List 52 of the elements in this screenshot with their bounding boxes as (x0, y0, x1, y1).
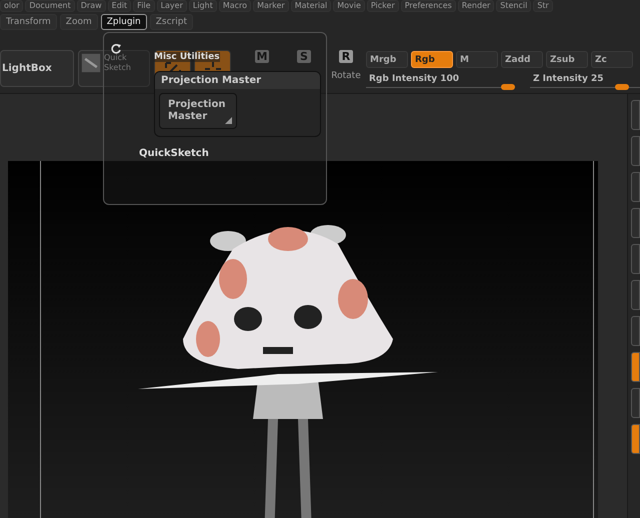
tool-button[interactable] (631, 280, 640, 310)
tool-button[interactable] (631, 208, 640, 238)
menu-button[interactable]: Transform (0, 14, 57, 30)
color-mode-button[interactable]: Rgb (411, 51, 453, 68)
menu-button[interactable]: Render (458, 0, 494, 12)
menu-button[interactable]: Preferences (400, 0, 456, 12)
tool-button[interactable] (631, 352, 640, 382)
tool-button[interactable] (631, 244, 640, 274)
tool-button[interactable] (631, 136, 640, 166)
corner-triangle-icon (225, 117, 232, 124)
subpanel-header[interactable]: Projection Master (155, 72, 320, 89)
menu-button[interactable]: File (133, 0, 155, 12)
menu-button[interactable]: Movie (333, 0, 365, 12)
gizmo-button[interactable]: R Rotate (328, 50, 364, 81)
menu-button[interactable]: Draw (76, 0, 106, 12)
color-mode-button[interactable]: Zsub (546, 51, 588, 68)
intensity-slider[interactable]: Z Intensity 25 (530, 74, 640, 92)
gizmo-button[interactable]: S (286, 50, 322, 63)
color-mode-button[interactable]: M (456, 51, 498, 68)
menu-button[interactable]: olor (0, 0, 24, 12)
tool-button[interactable] (631, 316, 640, 346)
tool-button[interactable] (631, 100, 640, 130)
menu-button[interactable]: Str (533, 0, 553, 12)
popup-title: Misc Utilities (154, 52, 220, 62)
menu-button[interactable]: Zscript (150, 14, 193, 30)
menu-button[interactable]: Zoom (60, 14, 98, 30)
tool-button[interactable] (631, 172, 640, 202)
color-mode-button[interactable]: Mrgb (366, 51, 408, 68)
menu-button[interactable]: Zplugin (100, 14, 147, 30)
gizmo-button[interactable]: M (244, 50, 280, 63)
quick-sketch-button[interactable]: Quick Sketch (78, 50, 150, 87)
plugin-item[interactable]: QuickSketch (139, 148, 209, 159)
slider-thumb[interactable] (615, 84, 630, 90)
tool-button[interactable] (631, 388, 640, 418)
intensity-slider[interactable]: Rgb Intensity 100 (366, 74, 516, 92)
menu-button[interactable]: Marker (253, 0, 289, 12)
color-mode-button[interactable]: Zadd (501, 51, 543, 68)
menu-button[interactable]: Light (188, 0, 217, 12)
projection-master-button[interactable]: Projection Master (159, 93, 237, 129)
tool-button[interactable] (631, 424, 640, 454)
menu-button[interactable]: Layer (156, 0, 187, 12)
menu-button[interactable]: Macro (218, 0, 252, 12)
color-mode-button[interactable]: Zc (591, 51, 633, 68)
slider-thumb[interactable] (501, 84, 515, 90)
pencil-icon (81, 53, 101, 73)
lightbox-button[interactable]: LightBox (0, 50, 74, 87)
menu-button[interactable]: Document (25, 0, 75, 12)
menu-button[interactable]: Picker (366, 0, 399, 12)
menu-button[interactable]: Edit (108, 0, 132, 12)
refresh-icon[interactable] (110, 43, 122, 55)
menu-button[interactable]: Material (290, 0, 332, 12)
menu-button[interactable]: Stencil (496, 0, 532, 12)
